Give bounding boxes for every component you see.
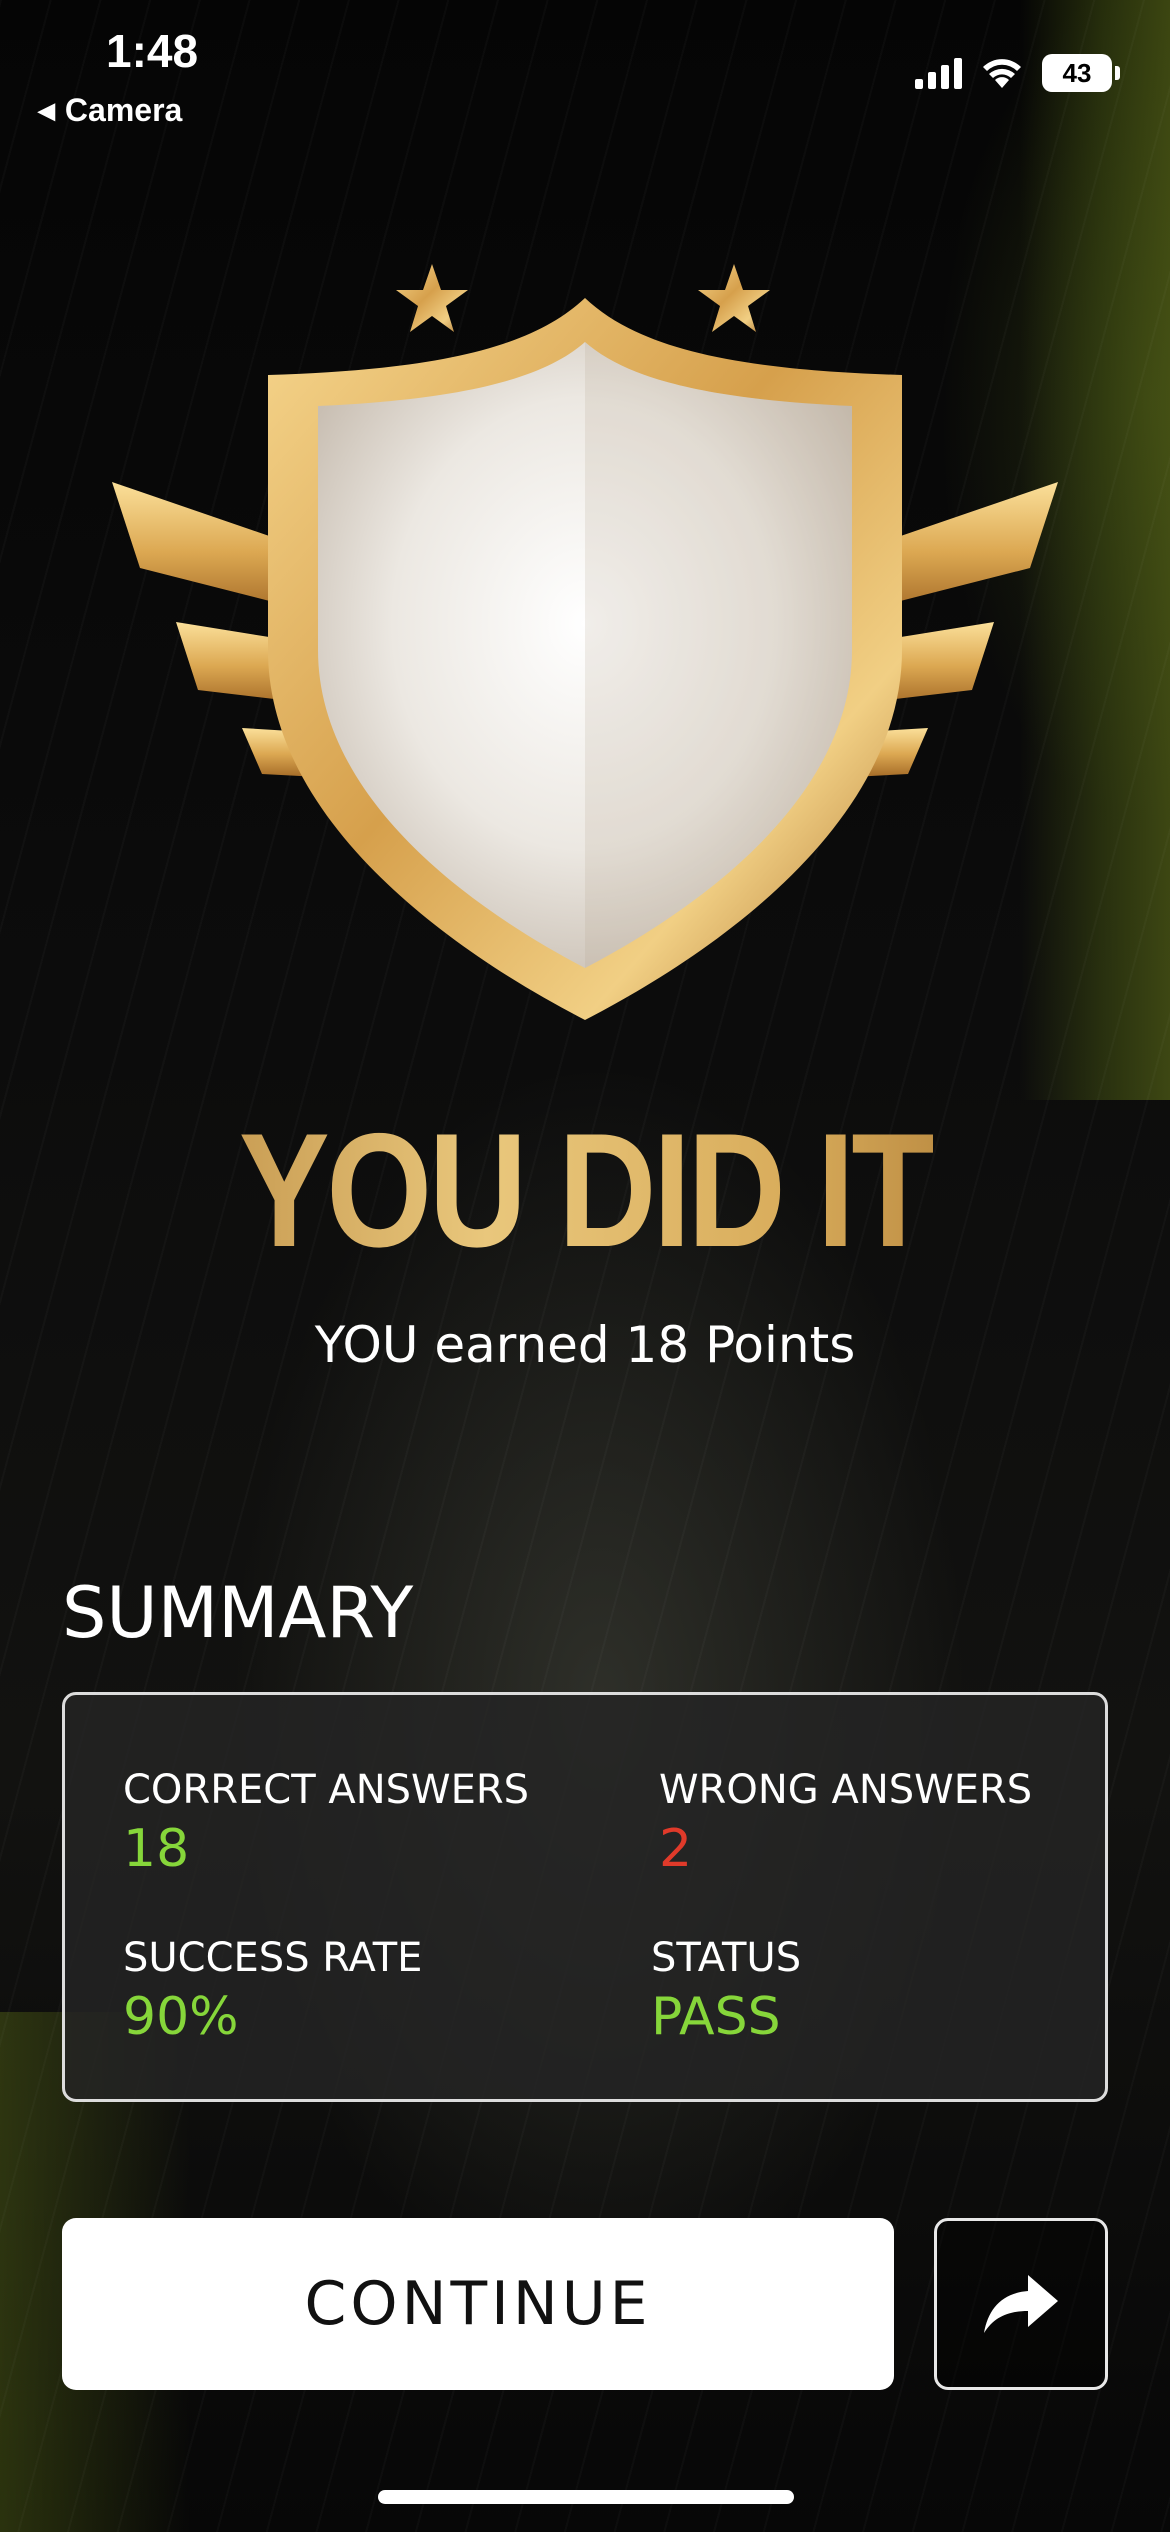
star-right-icon: [698, 264, 770, 332]
back-to-camera-link[interactable]: ◀ Camera: [38, 92, 182, 129]
back-triangle-icon: ◀: [38, 97, 55, 123]
home-indicator[interactable]: [378, 2490, 794, 2504]
points-earned-text: YOU earned 18 Points: [314, 1316, 856, 1374]
summary-title: SUMMARY: [62, 1572, 414, 1654]
headline: YOU DID IT: [94, 1110, 1077, 1272]
status-value: PASS: [651, 1987, 781, 2047]
status-label: STATUS: [651, 1935, 802, 1981]
success-rate-value: 90%: [123, 1987, 239, 2047]
continue-button[interactable]: CONTINUE: [62, 2218, 894, 2390]
battery-icon: 43: [1042, 54, 1120, 92]
back-link-label: Camera: [64, 92, 183, 128]
wrong-answers-value: 2: [659, 1819, 693, 1879]
status-icons: 43: [915, 54, 1120, 92]
share-arrow-icon: [984, 2275, 1058, 2333]
status-time: 1:48: [106, 25, 199, 77]
cellular-signal-icon: [915, 57, 962, 89]
summary-card: CORRECT ANSWERS 18 WRONG ANSWERS 2 SUCCE…: [62, 1692, 1108, 2102]
wifi-icon: [983, 59, 1021, 88]
shield-badge-icon: [112, 264, 1058, 1020]
star-left-icon: [396, 264, 468, 332]
correct-answers-value: 18: [123, 1819, 190, 1879]
correct-answers-label: CORRECT ANSWERS: [123, 1767, 530, 1813]
wrong-answers-label: WRONG ANSWERS: [659, 1767, 1033, 1813]
share-button[interactable]: [934, 2218, 1108, 2390]
success-rate-label: SUCCESS RATE: [123, 1935, 423, 1981]
